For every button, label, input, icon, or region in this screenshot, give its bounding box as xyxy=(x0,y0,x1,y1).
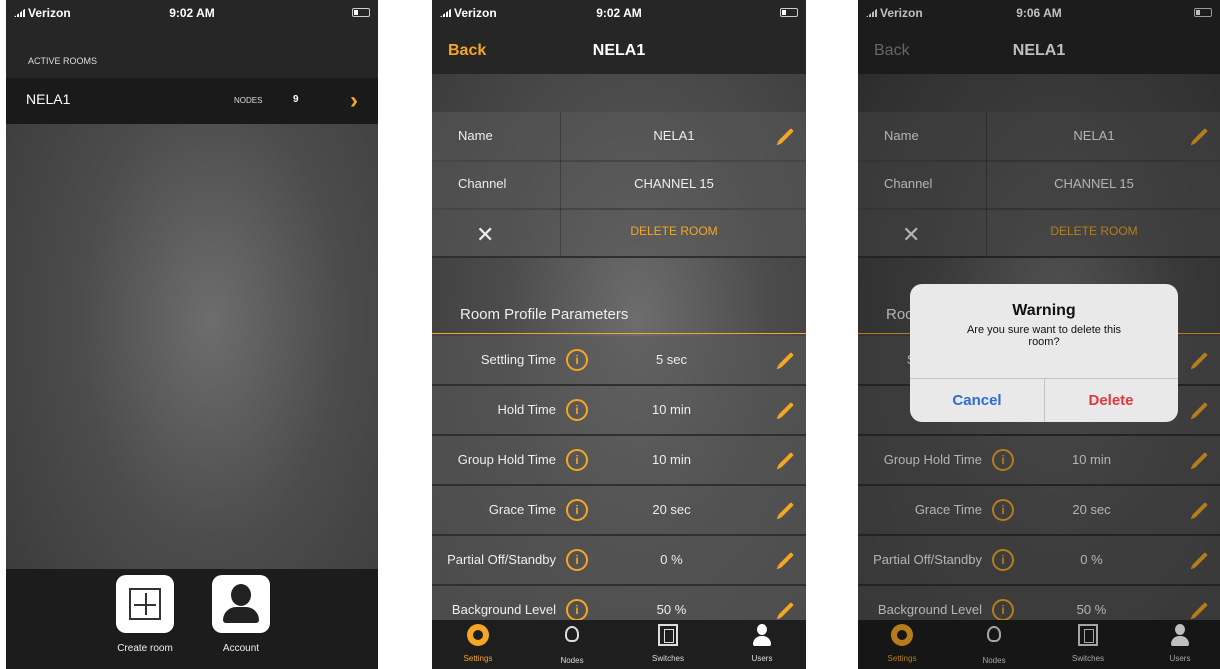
bottom-action-bar: Create room Account xyxy=(6,569,378,669)
tab-settings[interactable]: Settings xyxy=(448,624,508,663)
divider xyxy=(560,112,561,160)
pencil-icon[interactable] xyxy=(778,452,794,468)
param-value: 0 % xyxy=(660,552,683,567)
tab-icon xyxy=(448,624,508,648)
param-label: Settling Time xyxy=(480,352,556,367)
room-row[interactable]: NELA1 NODES 9 › xyxy=(6,78,378,124)
channel-label: Channel xyxy=(458,176,507,191)
gear-icon xyxy=(467,624,489,646)
tab-label: Switches xyxy=(651,654,684,663)
channel-row: Channel CHANNEL 15 xyxy=(432,160,806,210)
account-button[interactable]: Account xyxy=(206,575,276,654)
nodes-count: 9 xyxy=(293,94,299,105)
room-name: NELA1 xyxy=(26,91,71,107)
clock: 9:02 AM xyxy=(169,6,215,20)
param-row[interactable]: Group Hold Time i 10 min xyxy=(432,436,806,486)
clock: 9:02 AM xyxy=(596,6,642,20)
pencil-icon[interactable] xyxy=(778,602,794,618)
account-tile[interactable] xyxy=(212,575,270,633)
param-value: 10 min xyxy=(651,402,692,417)
plus-box-icon xyxy=(129,588,161,620)
delete-room-row[interactable]: ✕ DELETE ROOM xyxy=(432,208,806,258)
rooms-screen: Verizon 9:02 AM ACTIVE ROOMS NELA1 NODES… xyxy=(6,0,378,669)
info-icon[interactable]: i xyxy=(566,599,588,621)
param-row[interactable]: Partial Off/Standby i 0 % xyxy=(432,536,806,586)
battery-icon xyxy=(352,7,370,17)
user-icon xyxy=(751,624,773,646)
room-detail-screen: Verizon 9:02 AM Back NELA1 Name NELA1 Ch… xyxy=(432,0,806,669)
delete-room-button[interactable]: DELETE ROOM xyxy=(582,224,766,238)
dialog-buttons: Cancel Delete xyxy=(910,378,1178,422)
divider xyxy=(560,208,561,256)
section-divider xyxy=(432,333,806,334)
name-value: NELA1 xyxy=(653,128,695,143)
param-row[interactable]: Grace Time i 20 sec xyxy=(432,486,806,536)
user-icon xyxy=(231,584,251,606)
section-title: Room Profile Parameters xyxy=(460,306,629,323)
delete-confirm-screen: Verizon 9:06 AM Back NELA1 Name NELA1 Ch… xyxy=(858,0,1220,669)
channel-value: CHANNEL 15 xyxy=(634,176,714,191)
pencil-icon[interactable] xyxy=(778,552,794,568)
info-icon[interactable]: i xyxy=(566,349,588,371)
cancel-button[interactable]: Cancel xyxy=(910,392,1044,409)
tab-label: Users xyxy=(751,654,773,663)
battery-icon xyxy=(780,7,798,17)
param-value: 20 sec xyxy=(652,502,691,517)
param-value: 50 % xyxy=(656,602,687,617)
battery-area xyxy=(352,6,370,18)
warning-dialog: Warning Are you sure want to delete this… xyxy=(910,284,1178,422)
info-icon[interactable]: i xyxy=(566,499,588,521)
nav-bar: Back NELA1 xyxy=(432,26,806,74)
info-icon[interactable]: i xyxy=(566,549,588,571)
name-row[interactable]: Name NELA1 xyxy=(432,112,806,162)
param-value: 10 min xyxy=(651,452,692,467)
battery-area xyxy=(780,6,798,18)
tab-nodes[interactable]: Nodes xyxy=(542,624,602,665)
dialog-title: Warning xyxy=(1012,302,1076,319)
info-icon[interactable]: i xyxy=(566,449,588,471)
delete-button[interactable]: Delete xyxy=(1044,392,1178,409)
param-label: Hold Time xyxy=(497,402,556,417)
tab-icon xyxy=(638,624,698,648)
info-icon[interactable]: i xyxy=(566,399,588,421)
user-body-icon xyxy=(223,607,259,623)
create-room-tile[interactable] xyxy=(116,575,174,633)
status-bar: Verizon 9:02 AM xyxy=(6,0,378,26)
status-bar: Verizon 9:02 AM xyxy=(432,0,806,26)
bulb-icon xyxy=(565,626,579,642)
tab-icon xyxy=(542,626,602,650)
param-row[interactable]: Hold Time i 10 min xyxy=(432,386,806,436)
tab-users[interactable]: Users xyxy=(732,624,792,663)
active-rooms-label: ACTIVE ROOMS xyxy=(28,56,98,66)
tab-label: Settings xyxy=(463,654,493,663)
pencil-icon[interactable] xyxy=(778,128,794,144)
chevron-right-icon[interactable]: › xyxy=(350,87,358,115)
nodes-label: NODES xyxy=(234,96,263,105)
param-label: Partial Off/Standby xyxy=(447,552,556,567)
param-label: Background Level xyxy=(451,602,556,617)
page-title: NELA1 xyxy=(592,42,646,59)
tab-label: Nodes xyxy=(560,656,584,665)
create-room-label: Create room xyxy=(117,643,173,654)
active-rooms-header: ACTIVE ROOMS xyxy=(6,26,378,78)
divider xyxy=(560,160,561,208)
close-icon[interactable]: ✕ xyxy=(476,222,494,248)
param-value: 5 sec xyxy=(655,352,688,367)
name-label: Name xyxy=(458,128,493,143)
dialog-message: Are you sure want to delete this room? xyxy=(966,324,1122,348)
create-room-button[interactable]: Create room xyxy=(110,575,180,654)
tab-bar: Settings Nodes Switches Users xyxy=(432,620,806,669)
param-label: Grace Time xyxy=(488,502,556,517)
pencil-icon[interactable] xyxy=(778,402,794,418)
pencil-icon[interactable] xyxy=(778,352,794,368)
switch-icon xyxy=(658,624,678,646)
param-label: Group Hold Time xyxy=(457,452,556,467)
tab-icon xyxy=(732,624,792,648)
account-label: Account xyxy=(222,643,260,654)
pencil-icon[interactable] xyxy=(778,502,794,518)
param-row[interactable]: Settling Time i 5 sec xyxy=(432,336,806,386)
tab-switches[interactable]: Switches xyxy=(638,624,698,663)
